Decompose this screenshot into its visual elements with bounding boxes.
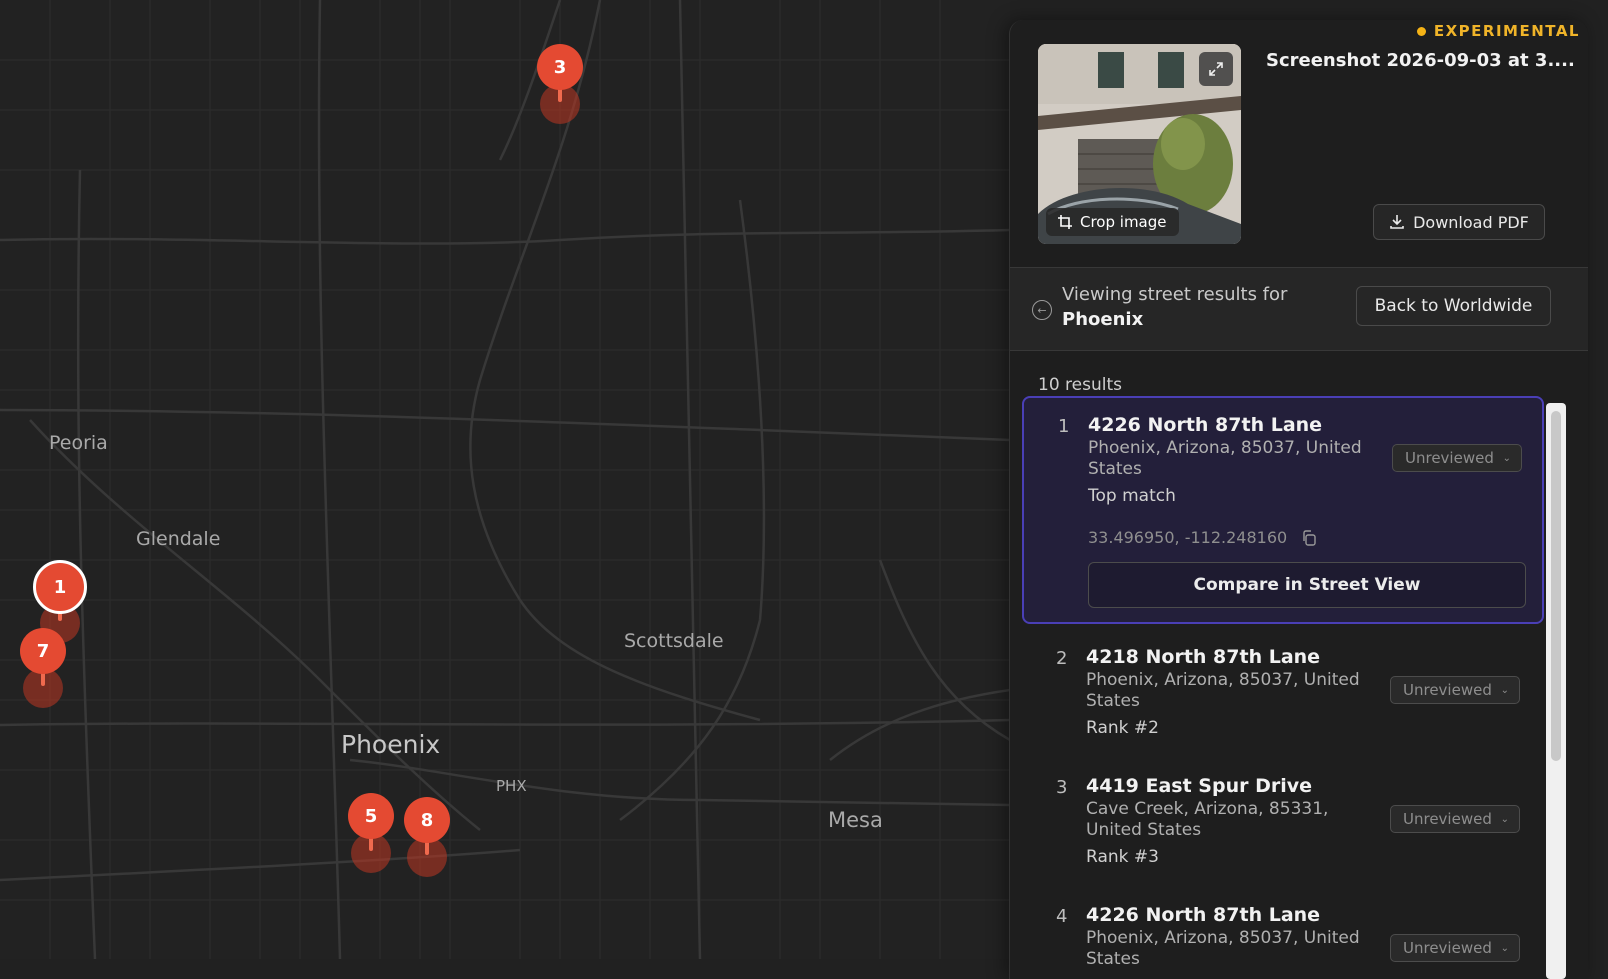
result-rank-number: 4 (1056, 906, 1068, 927)
compare-street-view-button[interactable]: Compare in Street View (1088, 562, 1526, 608)
expand-icon (1209, 62, 1223, 76)
result-title: 4226 North 87th Lane (1088, 414, 1323, 436)
location-filter-bar: ← Viewing street results for Phoenix Bac… (1010, 268, 1588, 350)
result-coordinates: 33.496950, -112.248160 (1088, 528, 1317, 547)
results-count: 10 results (1038, 375, 1122, 395)
pin-label: 7 (20, 628, 66, 674)
scrollbar-thumb[interactable] (1551, 411, 1561, 761)
chevron-down-icon: ⌄ (1500, 684, 1509, 696)
crop-image-label: Crop image (1080, 213, 1167, 231)
result-card-1[interactable]: 1 4226 North 87th Lane Phoenix, Arizona,… (1022, 396, 1544, 624)
experimental-label: EXPERIMENTAL (1433, 22, 1580, 40)
crop-icon (1058, 215, 1072, 229)
back-arrow-icon[interactable]: ← (1032, 300, 1052, 320)
image-filename: Screenshot 2026-09-03 at 3.... (1266, 50, 1575, 71)
viewing-city: Phoenix (1062, 309, 1144, 330)
pin-label: 3 (537, 44, 583, 90)
review-status-dropdown[interactable]: Unreviewed ⌄ (1390, 934, 1520, 962)
review-status-value: Unreviewed (1403, 681, 1492, 699)
review-status-dropdown[interactable]: Unreviewed ⌄ (1390, 676, 1520, 704)
city-label-peoria: Peoria (49, 432, 108, 454)
download-pdf-button[interactable]: Download PDF (1373, 204, 1545, 240)
back-to-worldwide-label: Back to Worldwide (1374, 296, 1533, 316)
pin-label: 8 (404, 797, 450, 843)
download-icon (1390, 215, 1404, 229)
result-card-2[interactable]: 2 4218 North 87th Lane Phoenix, Arizona,… (1022, 632, 1540, 750)
map-pin-8[interactable]: 8 (397, 797, 457, 897)
result-card-3[interactable]: 3 4419 East Spur Drive Cave Creek, Arizo… (1022, 761, 1540, 879)
chevron-down-icon: ⌄ (1500, 942, 1509, 954)
result-rank-label: Rank #2 (1086, 718, 1159, 738)
back-to-worldwide-button[interactable]: Back to Worldwide (1356, 286, 1551, 326)
review-status-dropdown[interactable]: Unreviewed ⌄ (1390, 805, 1520, 833)
pin-label: 5 (348, 793, 394, 839)
expand-image-button[interactable] (1199, 52, 1233, 86)
result-title: 4218 North 87th Lane (1086, 646, 1321, 668)
map-pin-3[interactable]: 3 (530, 44, 590, 144)
city-label-glendale: Glendale (136, 528, 221, 550)
viewing-prefix: Viewing street results for (1062, 284, 1288, 305)
download-pdf-label: Download PDF (1413, 212, 1529, 232)
copy-icon[interactable] (1301, 529, 1317, 546)
chevron-down-icon: ⌄ (1502, 452, 1511, 464)
result-address: Phoenix, Arizona, 85037, United States (1088, 438, 1362, 479)
result-card-4[interactable]: 4 4226 North 87th Lane Phoenix, Arizona,… (1022, 890, 1540, 979)
result-rank-number: 3 (1056, 777, 1068, 798)
city-label-phoenix: Phoenix (341, 730, 441, 759)
result-address: Cave Creek, Arizona, 85331, United State… (1086, 799, 1329, 840)
status-dot-icon (1416, 26, 1426, 36)
review-status-dropdown[interactable]: Unreviewed ⌄ (1392, 444, 1522, 472)
map-pin-7[interactable]: 7 (13, 628, 73, 728)
city-label-mesa: Mesa (828, 808, 883, 832)
result-rank-number: 1 (1058, 416, 1070, 437)
result-rank-label: Top match (1088, 486, 1176, 506)
result-title: 4419 East Spur Drive (1086, 775, 1313, 797)
result-address: Phoenix, Arizona, 85037, United States (1086, 928, 1360, 969)
review-status-value: Unreviewed (1405, 449, 1494, 467)
result-rank-label: Rank #3 (1086, 847, 1159, 867)
experimental-badge: EXPERIMENTAL (1416, 22, 1580, 40)
results-scrollbar[interactable] (1546, 403, 1566, 979)
crop-image-button[interactable]: Crop image (1046, 208, 1179, 236)
chevron-down-icon: ⌄ (1500, 813, 1509, 825)
results-panel: EXPERIMENTAL Crop image Screenshot 2026-… (1009, 20, 1588, 979)
city-label-phx: PHX (496, 777, 527, 795)
map-pin-5[interactable]: 5 (341, 793, 401, 893)
query-image-thumbnail[interactable]: Crop image (1038, 44, 1241, 244)
coordinates-value: 33.496950, -112.248160 (1088, 528, 1288, 547)
result-address: Phoenix, Arizona, 85037, United States (1086, 670, 1360, 711)
result-rank-number: 2 (1056, 648, 1068, 669)
result-title: 4226 North 87th Lane (1086, 904, 1321, 926)
review-status-value: Unreviewed (1403, 939, 1492, 957)
divider (1010, 350, 1588, 351)
review-status-value: Unreviewed (1403, 810, 1492, 828)
pin-label: 1 (33, 560, 87, 614)
city-label-scottsdale: Scottsdale (624, 630, 724, 652)
viewing-results-text: Viewing street results for Phoenix (1062, 282, 1287, 332)
